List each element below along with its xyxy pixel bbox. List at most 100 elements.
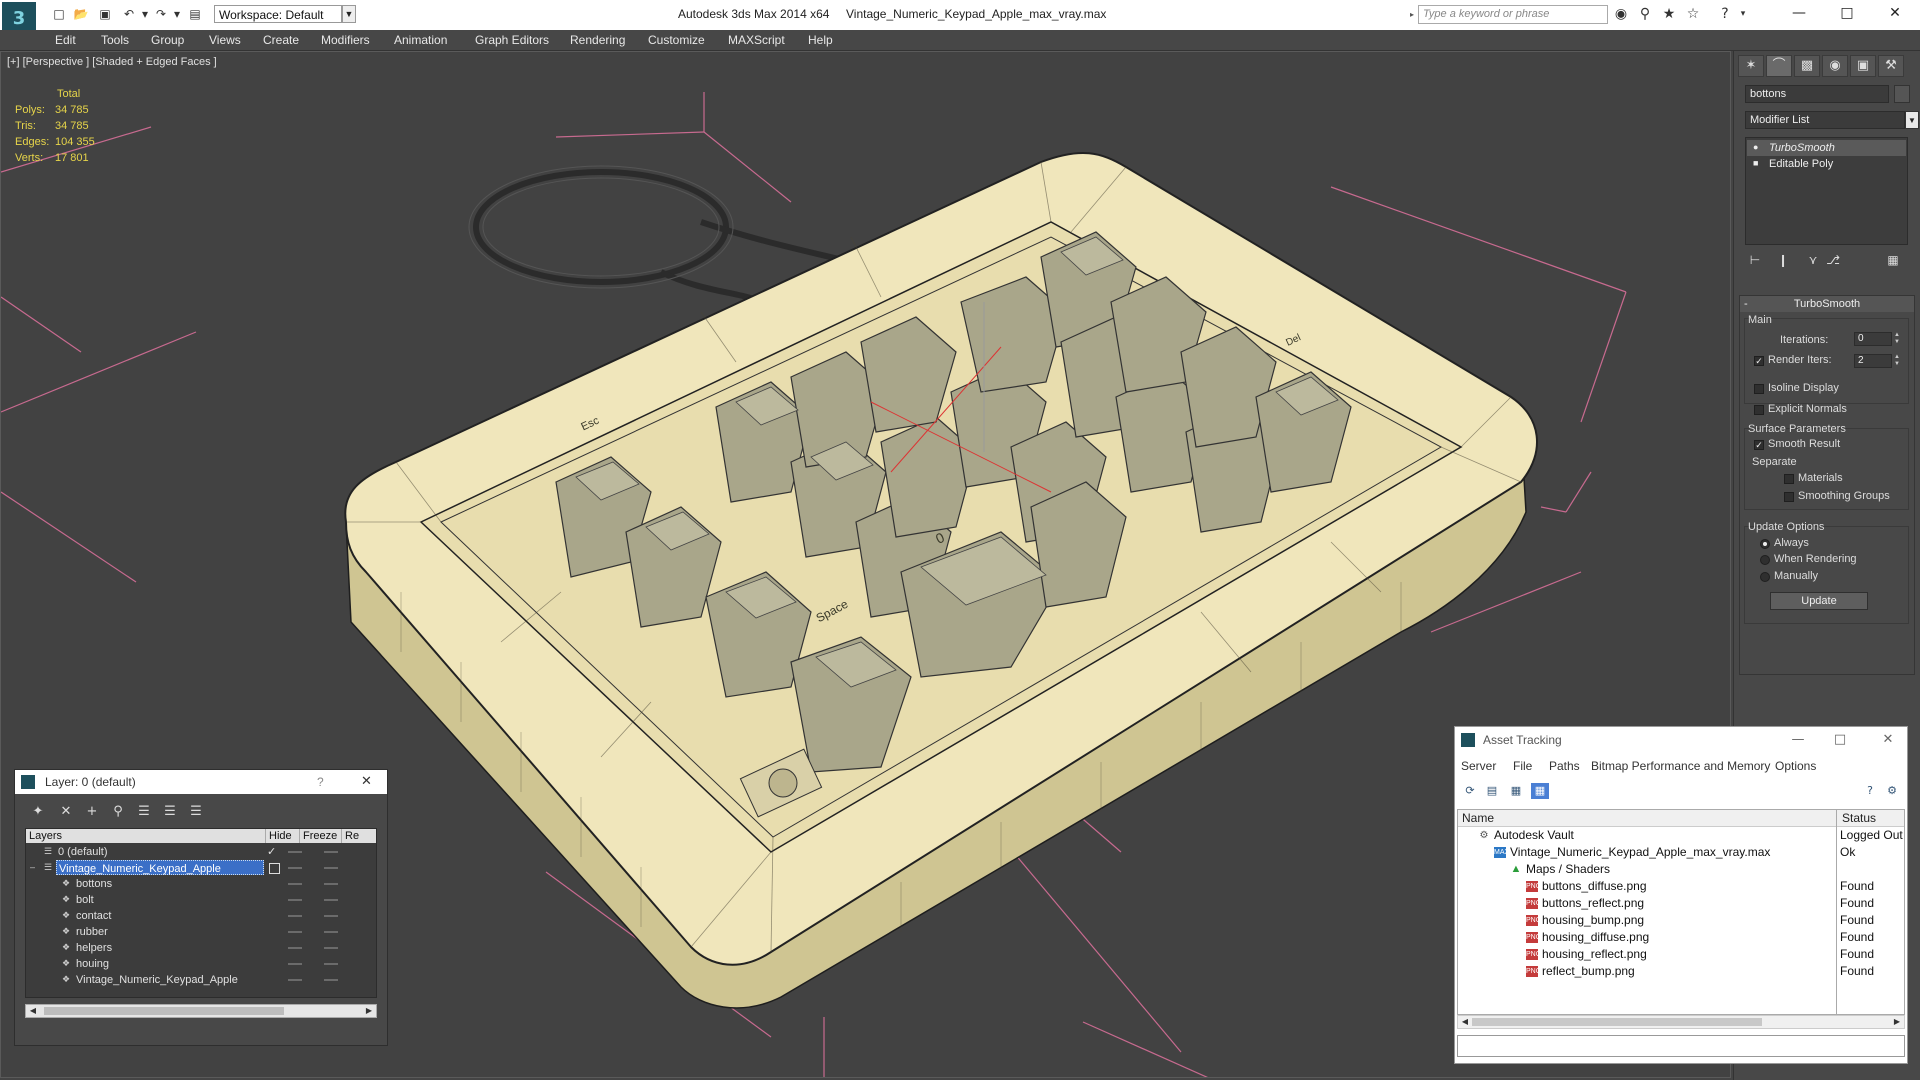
asset-menu-file[interactable]: File [1513,759,1532,773]
object-color-swatch[interactable] [1894,85,1910,103]
help-icon[interactable]: ? [1716,6,1734,23]
close-icon[interactable]: ✕ [1872,0,1918,26]
layer-object-row[interactable]: ❖ contact [26,908,376,924]
list-view-icon[interactable]: ▤ [1483,783,1501,799]
asset-row[interactable]: PNG housing_reflect.png Found [1458,946,1904,963]
rollout-header[interactable]: - TurboSmooth [1740,296,1914,312]
current-layer-check-icon[interactable]: ✓ [267,844,276,860]
freeze-all-layers-icon[interactable]: ☰ [185,803,207,821]
col-status[interactable]: Status [1838,810,1876,826]
asset-row[interactable]: PNG housing_diffuse.png Found [1458,929,1904,946]
asset-row[interactable]: ⚙ Autodesk Vault Logged Out [1458,827,1904,844]
search-expand-icon[interactable]: ▸ [1410,5,1418,24]
new-file-icon[interactable]: □ [50,6,68,22]
viewport-label[interactable]: [+] [Perspective ] [Shaded + Edged Faces… [7,56,217,68]
layer-object-row[interactable]: ❖ Vintage_Numeric_Keypad_Apple [26,972,376,988]
layer-object-row[interactable]: ❖ bottons [26,876,376,892]
stack-item-turbosmooth[interactable]: ● TurboSmooth [1747,140,1906,156]
settings-icon[interactable]: ⚙ [1883,783,1901,799]
asset-menu-bitmap-performance[interactable]: Bitmap Performance and Memory [1591,759,1770,773]
open-file-icon[interactable]: 📂 [72,6,90,22]
help-dropdown-icon[interactable]: ▾ [1734,6,1752,23]
iterations-spinner[interactable]: 0 [1854,332,1892,346]
smooth-result-checkbox[interactable]: ✓ [1754,440,1764,450]
spinner-arrows-icon[interactable]: ▲ ▼ [1893,354,1901,368]
asset-window-titlebar[interactable]: Asset Tracking — □ ✕ [1455,727,1907,753]
maximize-icon[interactable]: □ [1825,727,1855,753]
search-input[interactable]: Type a keyword or phrase [1418,5,1608,24]
smoothing-groups-checkbox[interactable] [1784,492,1794,502]
utilities-tab-icon[interactable]: ⚒ [1878,55,1904,77]
add-to-layer-icon[interactable]: + [81,803,103,821]
show-end-result-icon[interactable]: ❙ [1773,251,1793,269]
menu-edit[interactable]: Edit [55,33,76,47]
asset-row[interactable]: MAX Vintage_Numeric_Keypad_Apple_max_vra… [1458,844,1904,861]
menu-create[interactable]: Create [263,33,299,47]
scrollbar-thumb[interactable] [1472,1018,1762,1026]
highlight-layer-icon[interactable]: ☰ [133,803,155,821]
motion-tab-icon[interactable]: ◉ [1822,55,1848,77]
workspace-dropdown[interactable]: Workspace: Default [214,5,342,23]
make-unique-icon[interactable]: ⋎ [1803,251,1823,269]
asset-menu-server[interactable]: Server [1461,759,1496,773]
select-in-layer-icon[interactable]: ⚲ [107,803,129,821]
menu-customize[interactable]: Customize [648,33,705,47]
chevron-down-icon[interactable]: ▼ [1905,111,1919,129]
asset-path-field[interactable] [1457,1035,1905,1057]
always-radio[interactable] [1760,539,1770,549]
render-iters-checkbox[interactable]: ✓ [1754,356,1764,366]
col-hide[interactable]: Hide [266,829,300,843]
tree-view-icon[interactable]: ▦ [1507,783,1525,799]
asset-row[interactable]: PNG buttons_diffuse.png Found [1458,878,1904,895]
layer-window-titlebar[interactable]: Layer: 0 (default) ? ✕ [15,770,387,794]
save-file-icon[interactable]: ▣ [96,6,114,22]
update-button[interactable]: Update [1770,592,1868,610]
asset-menu-options[interactable]: Options [1775,759,1816,773]
menu-views[interactable]: Views [209,33,241,47]
menu-modifiers[interactable]: Modifiers [321,33,370,47]
maximize-icon[interactable]: □ [1824,0,1870,26]
isoline-display-checkbox[interactable] [1754,384,1764,394]
asset-horizontal-scrollbar[interactable]: ◀ ▶ [1457,1015,1905,1029]
binoculars-icon[interactable]: ◉ [1612,6,1630,23]
close-icon[interactable]: ✕ [361,770,372,794]
communication-center-icon[interactable]: ★ [1660,6,1678,23]
collapse-icon[interactable]: – [30,863,39,872]
col-freeze[interactable]: Freeze [300,829,342,843]
col-render[interactable]: Re [342,829,376,843]
project-folder-icon[interactable]: ▤ [186,6,204,22]
hierarchy-tab-icon[interactable]: ▩ [1794,55,1820,77]
menu-group[interactable]: Group [151,33,184,47]
minimize-icon[interactable]: — [1783,727,1813,753]
layers-horizontal-scrollbar[interactable]: ◀ ▶ [25,1004,377,1018]
asset-row[interactable]: PNG housing_bump.png Found [1458,912,1904,929]
asset-row[interactable]: ▲ Maps / Shaders [1458,861,1904,878]
minimize-icon[interactable]: — [1776,0,1822,26]
refresh-icon[interactable]: ⟳ [1461,783,1479,799]
asset-row[interactable]: PNG reflect_bump.png Found [1458,963,1904,980]
layer-object-row[interactable]: ❖ houing [26,956,376,972]
modifier-list-dropdown[interactable]: Modifier List [1745,111,1905,129]
spinner-arrows-icon[interactable]: ▲ ▼ [1893,332,1901,346]
layer-object-row[interactable]: ❖ bolt [26,892,376,908]
create-tab-icon[interactable]: ✶ [1738,55,1764,77]
layer-row[interactable]: ☰ 0 (default) ✓ [26,844,376,860]
hide-all-layers-icon[interactable]: ☰ [159,803,181,821]
when-rendering-radio[interactable] [1760,555,1770,565]
scroll-right-icon[interactable]: ▶ [1890,1016,1904,1028]
redo-dropdown-icon[interactable]: ▾ [168,6,186,22]
object-name-input[interactable]: bottons [1745,85,1889,103]
delete-layer-icon[interactable]: ✕ [55,803,77,821]
scroll-right-icon[interactable]: ▶ [362,1005,376,1017]
menu-help[interactable]: Help [808,33,833,47]
scroll-left-icon[interactable]: ◀ [26,1005,40,1017]
expand-plus-icon[interactable]: ■ [1753,159,1761,168]
asset-menu-paths[interactable]: Paths [1549,759,1580,773]
col-layers[interactable]: Layers [26,829,266,843]
layer-object-row[interactable]: ❖ rubber [26,924,376,940]
menu-graph-editors[interactable]: Graph Editors [475,33,549,47]
pin-stack-icon[interactable]: ⊢ [1745,251,1765,269]
explicit-normals-checkbox[interactable] [1754,405,1764,415]
materials-checkbox[interactable] [1784,474,1794,484]
favorites-icon[interactable]: ☆ [1684,6,1702,23]
